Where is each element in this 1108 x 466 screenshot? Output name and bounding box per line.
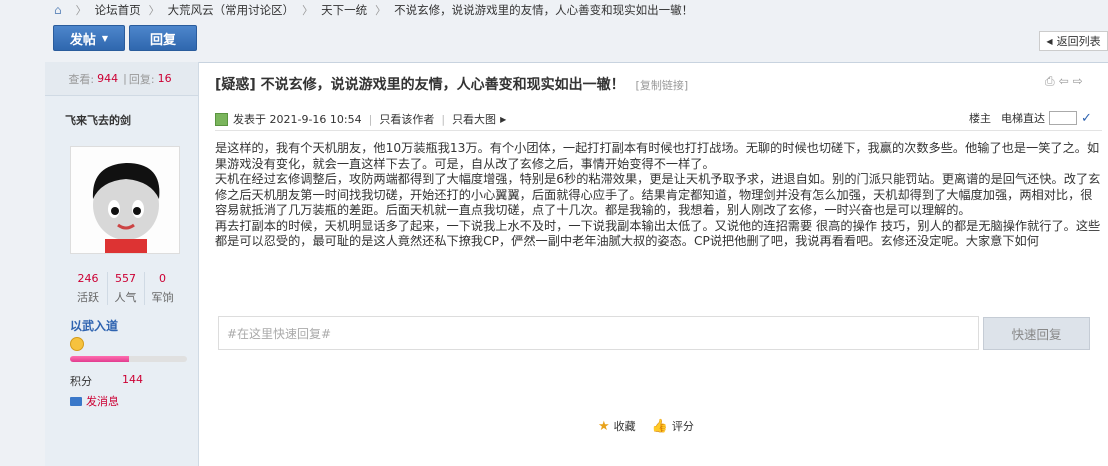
user-group[interactable]: 以武入道 bbox=[70, 317, 118, 334]
separator: 〉 bbox=[75, 4, 87, 17]
separator: 〉 bbox=[148, 4, 160, 17]
only-image-link[interactable]: 只看大图 bbox=[452, 111, 496, 127]
reply-label: 回复 bbox=[149, 32, 176, 48]
separator: | bbox=[441, 112, 446, 126]
post-paragraph: 天机在经过玄修调整后，攻防两端都得到了大幅度增强，特别是6秒的粘滞效果，更是让天… bbox=[215, 172, 1101, 217]
print-icon[interactable]: ⎙ bbox=[1045, 74, 1055, 89]
post-paragraph: 是这样的，我有个天机朋友，他10万装瓶我13万。有个小团体，一起打打副本有时候也… bbox=[215, 141, 1100, 171]
smiley-icon bbox=[70, 337, 84, 351]
quick-reply-placeholder: #在这里快速回复# bbox=[227, 326, 332, 341]
author-name[interactable]: 飞来飞去的剑 bbox=[45, 112, 198, 128]
online-status-icon bbox=[215, 112, 228, 126]
breadcrumb: ⌂ 〉 论坛首页 〉 大荒风云（常用讨论区） 〉 天下一统 〉 不说玄修，说说游… bbox=[0, 0, 1108, 20]
send-message-link[interactable]: 发消息 bbox=[70, 393, 119, 409]
views-label: 查看: bbox=[68, 72, 95, 86]
star-icon: ★ bbox=[598, 418, 610, 434]
level-progress bbox=[70, 356, 187, 362]
post-time: 发表于 2021-9-16 10:54 bbox=[233, 113, 362, 126]
score: 积分 144 bbox=[70, 373, 143, 389]
divider bbox=[215, 130, 1102, 131]
stat-value: 0 bbox=[159, 272, 166, 285]
separator: 〉 bbox=[302, 4, 314, 17]
stat-label: 军饷 bbox=[151, 291, 174, 304]
post-meta: 发表于 2021-9-16 10:54 | 只看该作者 | 只看大图 ▶ bbox=[215, 111, 506, 127]
replies-count: 16 bbox=[157, 72, 172, 85]
quick-reply-input[interactable]: #在这里快速回复# bbox=[218, 316, 979, 350]
post-title-text: [疑惑] 不说玄修，说说游戏里的友情，人心善变和现实如出一辙！ bbox=[215, 77, 625, 93]
stat-value: 557 bbox=[115, 272, 136, 285]
thumbs-up-icon: 👍 bbox=[651, 418, 668, 434]
reply-button[interactable]: 回复 bbox=[129, 25, 197, 51]
send-message-label: 发消息 bbox=[86, 395, 119, 408]
back-to-list-button[interactable]: ◀ 返回列表 bbox=[1039, 31, 1108, 51]
new-post-button[interactable]: 发帖 ▼ bbox=[53, 25, 125, 51]
envelope-icon bbox=[70, 396, 82, 406]
separator: 〉 bbox=[375, 4, 387, 17]
copy-link[interactable]: [复制链接] bbox=[636, 79, 689, 92]
new-post-label: 发帖 bbox=[69, 32, 96, 48]
rate-label: 评分 bbox=[671, 420, 694, 433]
back-icon: ◀ bbox=[1046, 36, 1053, 46]
favorite-button[interactable]: ★ 收藏 bbox=[598, 418, 636, 434]
go-icon[interactable]: ✓ bbox=[1081, 111, 1092, 126]
post-paragraph: 再去打副本的时候，天机明显话多了起来，一下说我上水不及时，一下说我副本输出太低了… bbox=[215, 218, 1101, 249]
back-label: 返回列表 bbox=[1056, 35, 1101, 48]
avatar[interactable] bbox=[70, 146, 180, 254]
next-thread-icon[interactable]: ⇨ bbox=[1073, 74, 1083, 89]
post-actions: ★ 收藏 👍 评分 bbox=[598, 418, 694, 434]
post-content: 是这样的，我有个天机朋友，他10万装瓶我13万。有个小团体，一起打打副本有时候也… bbox=[215, 141, 1101, 250]
floor-label: 楼主 bbox=[969, 112, 991, 125]
stat-pay: 0 军饷 bbox=[144, 272, 180, 305]
prev-thread-icon[interactable]: ⇦ bbox=[1059, 74, 1069, 89]
separator: | bbox=[368, 112, 373, 126]
views-count: 944 bbox=[97, 72, 119, 85]
breadcrumb-board[interactable]: 天下一统 bbox=[321, 2, 367, 18]
post-frame bbox=[45, 62, 1108, 466]
author-sidebar: 查看: 944 | 回复: 16 飞来飞去的剑 246 活跃 557 人气 0 … bbox=[45, 62, 199, 466]
floor-input[interactable] bbox=[1049, 111, 1077, 125]
quick-reply-button[interactable]: 快速回复 bbox=[983, 317, 1090, 350]
caret-right-icon: ▶ bbox=[500, 114, 507, 124]
stat-label: 活跃 bbox=[77, 291, 99, 304]
score-value: 144 bbox=[122, 373, 143, 386]
score-label: 积分 bbox=[70, 375, 92, 388]
favorite-label: 收藏 bbox=[613, 420, 636, 433]
floor-nav: 楼主 电梯直达 ✓ bbox=[969, 110, 1092, 126]
breadcrumb-thread[interactable]: 不说玄修，说说游戏里的友情，人心善变和现实如出一辙！ bbox=[394, 2, 693, 18]
elevator-label: 电梯直达 bbox=[1001, 112, 1045, 125]
title-icons: ⎙ ⇦ ⇨ bbox=[1045, 74, 1083, 89]
breadcrumb-forum-home[interactable]: 论坛首页 bbox=[95, 2, 141, 18]
stat-active: 246 活跃 bbox=[70, 272, 106, 305]
stat-divider: | bbox=[123, 72, 127, 85]
breadcrumb-section[interactable]: 大荒风云（常用讨论区） bbox=[168, 2, 295, 18]
rate-button[interactable]: 👍 评分 bbox=[652, 418, 694, 434]
chevron-down-icon: ▼ bbox=[101, 33, 109, 43]
thread-stats: 查看: 944 | 回复: 16 bbox=[45, 62, 198, 96]
stat-label: 人气 bbox=[114, 291, 137, 304]
post-title: [疑惑] 不说玄修，说说游戏里的友情，人心善变和现实如出一辙！ [复制链接] bbox=[215, 74, 688, 94]
stat-popularity: 557 人气 bbox=[107, 272, 143, 305]
level-progress-fill bbox=[70, 356, 129, 362]
replies-label: 回复: bbox=[128, 72, 155, 86]
stat-value: 246 bbox=[77, 272, 99, 285]
quick-reply-label: 快速回复 bbox=[1011, 327, 1062, 342]
only-author-link[interactable]: 只看该作者 bbox=[379, 111, 434, 127]
user-stats: 246 活跃 557 人气 0 军饷 bbox=[60, 272, 190, 305]
home-icon[interactable]: ⌂ bbox=[54, 3, 62, 17]
